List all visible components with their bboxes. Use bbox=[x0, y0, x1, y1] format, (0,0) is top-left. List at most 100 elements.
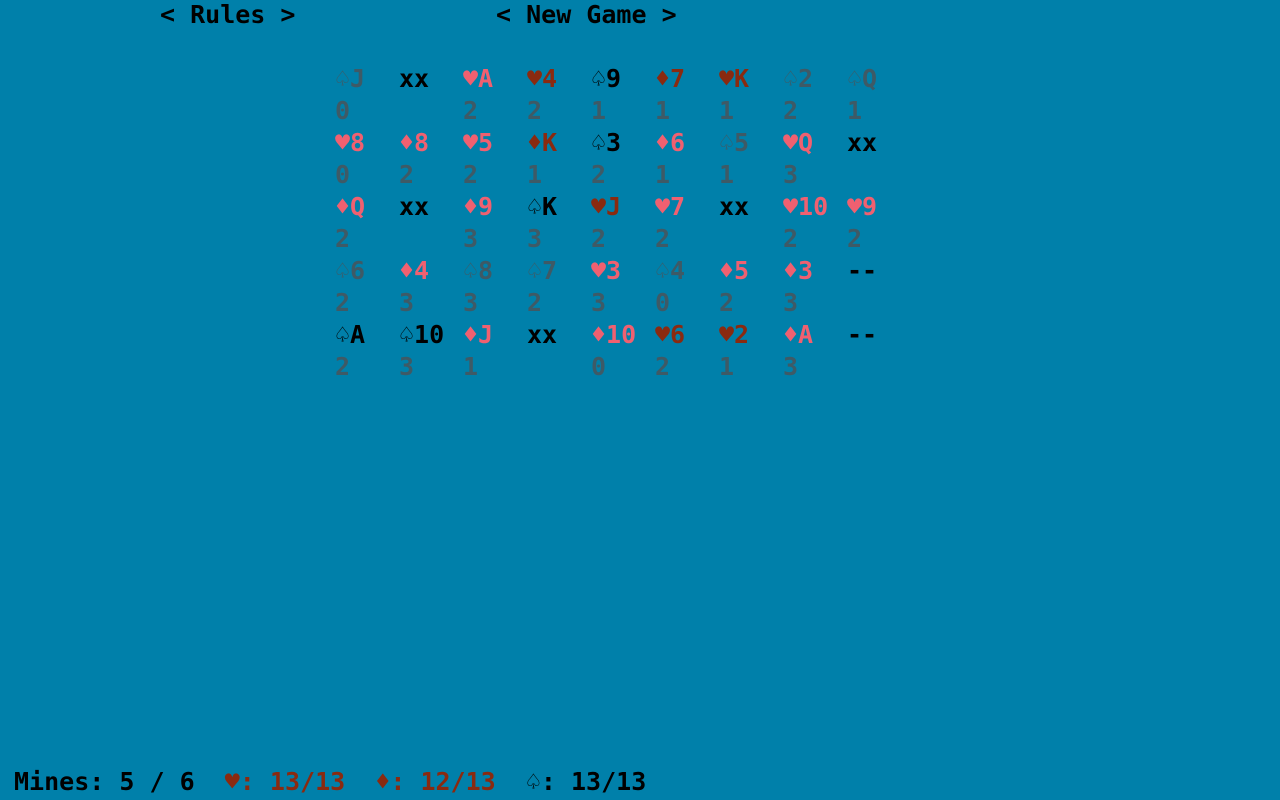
board-cell[interactable]: ♥4 2 bbox=[527, 63, 591, 127]
card-label: xx bbox=[399, 192, 430, 221]
board-cell[interactable]: ♤7 2 bbox=[527, 255, 591, 319]
card-label: ♥3 bbox=[591, 256, 622, 285]
neighbor-count: 1 bbox=[655, 160, 671, 189]
board-cell[interactable]: xx bbox=[399, 191, 463, 255]
board-cell[interactable]: ♤A 2 bbox=[335, 319, 399, 383]
board-cell[interactable]: ♦10 0 bbox=[591, 319, 655, 383]
board-cell[interactable]: ♤4 0 bbox=[655, 255, 719, 319]
board-cell[interactable]: ♤6 2 bbox=[335, 255, 399, 319]
board-cell[interactable]: ♦9 3 bbox=[463, 191, 527, 255]
card-label: ♥K bbox=[719, 64, 750, 93]
new-game-button[interactable]: < New Game > bbox=[496, 0, 677, 32]
board-cell[interactable]: ♤2 2 bbox=[783, 63, 847, 127]
card-label: ♤2 bbox=[783, 64, 814, 93]
card-label: ♤6 bbox=[335, 256, 366, 285]
neighbor-count: 2 bbox=[591, 224, 607, 253]
board-cell[interactable]: ♥9 2 bbox=[847, 191, 911, 255]
card-label: ♤Q bbox=[847, 64, 878, 93]
neighbor-count: 2 bbox=[655, 352, 671, 381]
board-cell[interactable]: ♤8 3 bbox=[463, 255, 527, 319]
board-cell[interactable]: ♦5 2 bbox=[719, 255, 783, 319]
card-label: ♦K bbox=[527, 128, 558, 157]
board-cell[interactable]: ♦3 3 bbox=[783, 255, 847, 319]
card-label: ♦A bbox=[783, 320, 814, 349]
card-label: ♦9 bbox=[463, 192, 494, 221]
board-cell[interactable]: ♤Q 1 bbox=[847, 63, 911, 127]
board-cell[interactable]: ♥3 3 bbox=[591, 255, 655, 319]
neighbor-count: 2 bbox=[463, 96, 479, 125]
neighbor-count: 2 bbox=[783, 96, 799, 125]
card-label: xx bbox=[847, 128, 878, 157]
board-cell[interactable]: ♦4 3 bbox=[399, 255, 463, 319]
board-cell[interactable]: ♥7 2 bbox=[655, 191, 719, 255]
board-cell[interactable]: ♤10 3 bbox=[399, 319, 463, 383]
board-cell[interactable]: ♦8 2 bbox=[399, 127, 463, 191]
neighbor-count: 3 bbox=[783, 352, 799, 381]
board-cell[interactable]: ♥5 2 bbox=[463, 127, 527, 191]
board-cell[interactable]: ♦J 1 bbox=[463, 319, 527, 383]
spades-suit-icon: ♤ bbox=[525, 767, 541, 796]
card-label: ♥4 bbox=[527, 64, 558, 93]
card-label: ♥5 bbox=[463, 128, 494, 157]
board-cell[interactable]: xx bbox=[847, 127, 911, 191]
neighbor-count: 1 bbox=[591, 96, 607, 125]
card-label: xx bbox=[719, 192, 750, 221]
card-label: ♥J bbox=[591, 192, 622, 221]
neighbor-count: 1 bbox=[655, 96, 671, 125]
neighbor-count: 1 bbox=[719, 352, 735, 381]
neighbor-count: 2 bbox=[463, 160, 479, 189]
board-cell[interactable]: ♥8 0 bbox=[335, 127, 399, 191]
board-cell[interactable]: ♦7 1 bbox=[655, 63, 719, 127]
card-label: -- bbox=[847, 256, 878, 285]
neighbor-count: 2 bbox=[335, 288, 351, 317]
board-cell[interactable]: ♥6 2 bbox=[655, 319, 719, 383]
game-board: ♤J 0 xx ♥A 2 ♥4 2 ♤9 1 ♦7 1 ♥K 1 ♤2 2 ♤Q 1 ♥8 0 ♦… bbox=[335, 63, 911, 383]
neighbor-count: 2 bbox=[847, 224, 863, 253]
hearts-suit-icon: ♥ bbox=[224, 767, 240, 796]
board-cell[interactable]: ♥A 2 bbox=[463, 63, 527, 127]
board-cell[interactable]: ♦A 3 bbox=[783, 319, 847, 383]
board-cell[interactable]: ♤5 1 bbox=[719, 127, 783, 191]
neighbor-count: 2 bbox=[399, 160, 415, 189]
neighbor-count: 1 bbox=[527, 160, 543, 189]
board-cell[interactable]: xx bbox=[399, 63, 463, 127]
neighbor-count: 2 bbox=[783, 224, 799, 253]
neighbor-count: 1 bbox=[463, 352, 479, 381]
neighbor-count: 2 bbox=[527, 96, 543, 125]
card-label: ♦7 bbox=[655, 64, 686, 93]
card-label: ♦3 bbox=[783, 256, 814, 285]
board-cell[interactable]: ♤3 2 bbox=[591, 127, 655, 191]
rules-button[interactable]: < Rules > bbox=[160, 0, 295, 32]
board-cell[interactable]: xx bbox=[527, 319, 591, 383]
board-cell[interactable]: ♤K 3 bbox=[527, 191, 591, 255]
board-cell[interactable]: xx bbox=[719, 191, 783, 255]
card-label: ♥9 bbox=[847, 192, 878, 221]
board-cell[interactable]: ♥10 2 bbox=[783, 191, 847, 255]
board-cell[interactable]: -- bbox=[847, 255, 911, 319]
card-label: xx bbox=[399, 64, 430, 93]
neighbor-count: 1 bbox=[719, 160, 735, 189]
board-cell[interactable]: ♥K 1 bbox=[719, 63, 783, 127]
board-cell[interactable]: ♦K 1 bbox=[527, 127, 591, 191]
board-cell[interactable]: ♦6 1 bbox=[655, 127, 719, 191]
board-cell[interactable]: ♤9 1 bbox=[591, 63, 655, 127]
card-label: ♦5 bbox=[719, 256, 750, 285]
board-cell[interactable]: -- bbox=[847, 319, 911, 383]
card-label: ♤5 bbox=[719, 128, 750, 157]
status-bar: Mines: 5 / 6 ♥: 13/13 ♦: 12/13 ♤: 13/13 bbox=[14, 766, 646, 798]
neighbor-count: 0 bbox=[335, 160, 351, 189]
card-label: xx bbox=[527, 320, 558, 349]
board-cell[interactable]: ♥Q 3 bbox=[783, 127, 847, 191]
card-label: ♥10 bbox=[783, 192, 829, 221]
neighbor-count: 0 bbox=[591, 352, 607, 381]
neighbor-count: 2 bbox=[335, 224, 351, 253]
neighbor-count: 1 bbox=[719, 96, 735, 125]
mines-counter: Mines: 5 / 6 bbox=[14, 767, 195, 796]
board-cell[interactable]: ♤J 0 bbox=[335, 63, 399, 127]
hearts-counter: : 13/13 bbox=[239, 767, 346, 796]
neighbor-count: 1 bbox=[847, 96, 863, 125]
board-cell[interactable]: ♥2 1 bbox=[719, 319, 783, 383]
board-cell[interactable]: ♥J 2 bbox=[591, 191, 655, 255]
neighbor-count: 3 bbox=[399, 352, 415, 381]
board-cell[interactable]: ♦Q 2 bbox=[335, 191, 399, 255]
